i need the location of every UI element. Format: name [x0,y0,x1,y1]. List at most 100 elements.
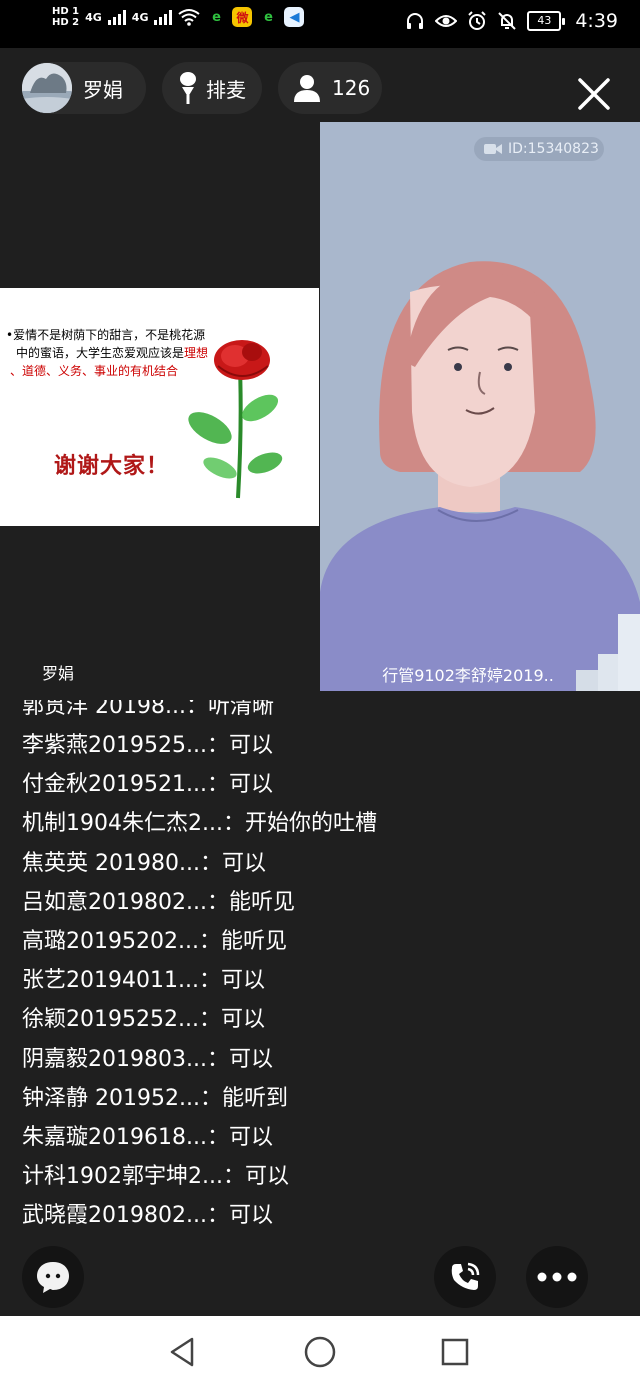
browser-e-green-2-icon: e [264,9,273,25]
chat-separator: ： [206,772,229,798]
chat-separator: ： [198,928,221,954]
chat-text: 可以 [228,1046,273,1072]
chat-username: 机制1904朱仁杰2... [22,811,223,837]
chat-list: 郭贯洋 20198...：听清晰 李紫燕2019525...：可以 付金秋2019… [22,700,622,1235]
chat-message-partial: 郭贯洋 20198...：听清晰 [22,700,274,719]
chat-separator: ： [199,850,222,876]
close-icon[interactable] [574,74,614,114]
network-type-2: 4G [131,10,149,24]
battery-level: 43 [527,11,562,31]
home-circle-icon[interactable] [303,1335,337,1369]
chat-separator: ： [206,889,229,915]
browser-e-green-icon: e [212,9,221,25]
status-bar: HD 1 HD 2 4G 4G e 微 e ◀ 43 4:39 [0,0,640,48]
chat-username: 朱嘉璇2019618... [22,1124,207,1150]
chat-separator: ： [206,1046,229,1072]
participant-avatar-illustration [320,122,640,691]
chat-bubble-icon [37,1262,69,1293]
chat-username: 武晓霞2019802... [22,1203,207,1229]
alarm-icon [468,11,487,30]
chat-text: 可以 [228,733,273,758]
chat-text: 可以 [228,1203,273,1229]
chat-username: 高璐20195202... [22,928,199,954]
chat-text: 可以 [244,1164,289,1190]
recents-square-icon[interactable] [438,1335,472,1369]
weibo-icon: 微 [232,7,253,27]
chat-message: 吕如意2019802...：能听见 [22,883,622,922]
clock-time: 4:39 [575,10,618,32]
chat-text: 可以 [220,968,265,994]
participant-video[interactable]: ID:15340823 行管9102李舒婷2019.. [320,122,640,691]
chat-text: 能听见 [228,889,295,915]
chat-separator: ： [222,1164,245,1190]
chat-message: 付金秋2019521...：可以 [22,765,622,804]
viewer-count: 126 [332,76,371,100]
chat-username: 计科1902郭宇坤2... [22,1164,223,1190]
video-id-badge: ID:15340823 [474,137,604,161]
camera-icon [484,144,502,154]
chat-text: 开始你的吐槽 [244,811,377,837]
network-type-1: 4G [85,10,102,24]
chat-separator: ： [206,1124,229,1150]
chat-username: 徐颖20195252... [22,1007,199,1033]
rose-image [188,340,283,499]
battery-icon: 43 [527,11,566,31]
chat-message: 计科1902郭宇坤2...：可以 [22,1157,622,1196]
comment-button[interactable] [22,1246,84,1308]
chat-message: 阴嘉毅2019803...：可以 [22,1040,622,1079]
chat-username: 吕如意2019802... [22,889,207,915]
eye-icon [435,15,458,27]
status-right: 43 4:39 [405,10,618,32]
more-options-button[interactable] [526,1246,588,1308]
headphones-icon [407,13,424,29]
slide-line-2: 中的蜜语，大学生恋爱观应该是 [16,346,185,360]
status-left: HD 1 HD 2 4G 4G e 微 e ◀ [52,6,305,28]
slide-thanks-text: 谢谢大家！ [54,453,170,479]
chat-separator: ： [198,1007,221,1033]
chat-text: 可以 [228,772,273,798]
chat-message: 张艺20194011...：可以 [22,961,622,1000]
signal-bars-1-icon [107,9,126,25]
signal-bars-2-icon [154,9,173,25]
chat-username: 张艺20194011... [22,968,199,994]
host-avatar [22,63,72,113]
hd2-indicator: HD 2 [52,17,80,28]
hd-indicators: HD 1 HD 2 [52,6,79,28]
chat-separator: ： [199,1085,222,1111]
chat-message: 武晓霞2019802...：可以 [22,1196,622,1235]
mic-queue-button[interactable]: 排麦 [162,62,262,114]
chat-messages: 李紫燕2019525...：可以 付金秋2019521...：可以 机制1904朱仁… [22,726,622,1235]
voice-call-button[interactable] [434,1246,496,1308]
host-pill[interactable]: 罗娟 [22,62,146,114]
shared-slide: •爱情不是树荫下的甜言，不是桃花源 中的蜜语，大学生恋爱观应该是理想 、道德、义… [0,288,319,526]
chat-message: 机制1904朱仁杰2...：开始你的吐槽 [22,804,622,843]
back-triangle-icon[interactable] [166,1335,200,1369]
chat-text: 能听到 [221,1085,288,1111]
chat-separator: ： [206,733,229,758]
phone-icon [451,1262,480,1290]
mic-queue-label: 排麦 [206,77,246,102]
viewers-pill[interactable]: 126 [278,62,382,114]
chat-separator: ： [222,811,245,837]
android-nav-bar [0,1316,640,1386]
chat-separator: ： [206,1203,229,1229]
more-dots-icon [537,1272,577,1282]
chat-username: 焦英英 201980... [22,850,200,876]
video-id-text: ID:15340823 [508,141,599,157]
chat-message: 钟泽静 201952...：能听到 [22,1079,622,1118]
participant-name: 行管9102李舒婷2019.. [382,666,554,685]
chat-message: 焦英英 201980...：可以 [22,844,622,883]
chat-message: 高璐20195202...：能听见 [22,922,622,961]
chat-message: 朱嘉璇2019618...：可以 [22,1118,622,1157]
mute-bell-icon [498,12,517,30]
chat-message: 徐颖20195252...：可以 [22,1000,622,1039]
chat-text: 能听见 [220,928,287,954]
microphone-icon [180,72,196,104]
chat-username: 钟泽静 201952... [22,1085,200,1111]
person-icon [294,75,320,102]
chat-text: 可以 [221,850,266,876]
chat-message: 李紫燕2019525...：可以 [22,726,622,765]
chat-text: 可以 [220,1007,265,1033]
host-name: 罗娟 [83,77,123,102]
chat-text: 可以 [228,1124,273,1150]
